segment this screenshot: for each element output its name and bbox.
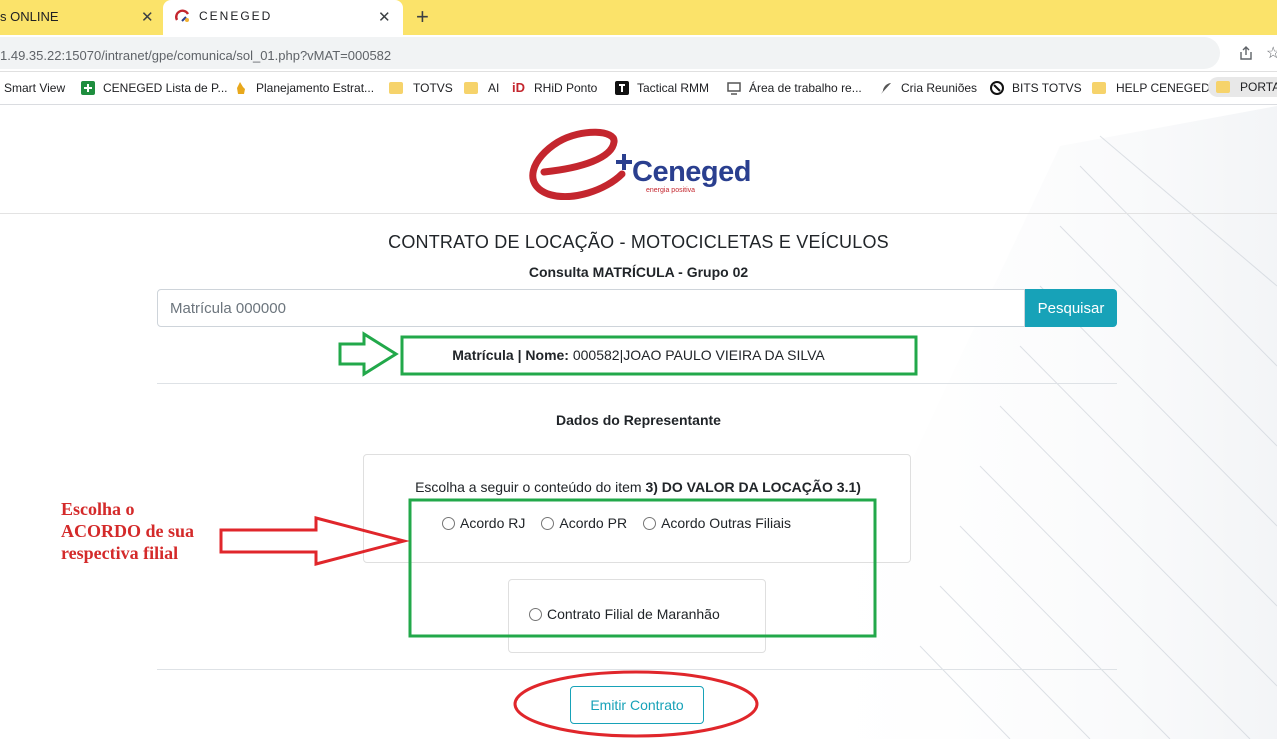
share-icon[interactable] (1238, 45, 1254, 61)
emitir-contrato-button[interactable]: Emitir Contrato (570, 686, 704, 724)
feather-icon (881, 83, 891, 94)
close-icon[interactable]: ✕ (141, 8, 154, 26)
bookmark-label: Smart View (4, 81, 66, 95)
page-content: Ceneged energia positiva CONTRATO DE LOC… (0, 106, 1277, 739)
choice-prompt-bold: 3) DO VALOR DA LOCAÇÃO 3.1) (645, 479, 861, 495)
radio-label: Acordo Outras Filiais (661, 515, 791, 531)
close-icon[interactable]: ✕ (378, 8, 391, 26)
new-tab-icon[interactable]: + (416, 4, 429, 30)
radio-acordo-outras[interactable]: Acordo Outras Filiais (643, 515, 791, 531)
matricula-info: Matrícula | Nome: 000582|JOAO PAULO VIEI… (0, 347, 1277, 363)
logo-tagline: energia positiva (646, 187, 696, 194)
bookmark-label: Cria Reuniões (901, 81, 978, 95)
bookmark-planejamento[interactable]: Planejamento Estrat... (234, 81, 374, 95)
tactical-icon (615, 81, 629, 95)
folder-icon (1216, 81, 1230, 93)
bookmark-label: Tactical RMM (637, 81, 710, 95)
bookmark-label: CENEGED Lista de P... (103, 81, 228, 95)
bookmark-rhid[interactable]: iD RHiD Ponto (512, 80, 598, 96)
choice-prompt: Escolha a seguir o conteúdo do item 3) D… (364, 479, 912, 495)
choice-prompt-text: Escolha a seguir o conteúdo do item (415, 479, 642, 495)
radio-input[interactable] (541, 516, 555, 530)
remote-desktop-icon (727, 82, 741, 95)
tab-ceneged[interactable]: CENEGED ✕ (163, 0, 403, 35)
ceneged-favicon-icon (175, 9, 190, 22)
header-logo-area: Ceneged energia positiva (0, 106, 1277, 214)
page-subtitle: Consulta MATRÍCULA - Grupo 02 (528, 264, 749, 280)
bookmark-smart-view[interactable]: Smart View (4, 81, 65, 95)
folder-icon (1092, 82, 1106, 94)
bookmark-tactical[interactable]: Tactical RMM (615, 81, 709, 95)
bookmark-label: RHiD Ponto (534, 81, 598, 95)
acordo-radio-group: Acordo RJ Acordo PR Acordo Outras Filiai… (442, 515, 807, 531)
page-title: CONTRATO DE LOCAÇÃO - MOTOCICLETAS E VEÍ… (388, 232, 889, 252)
bookmarks-bar: Smart View CENEGED Lista de P... Planeja… (0, 72, 1277, 105)
bookmark-label: Planejamento Estrat... (256, 81, 375, 95)
radio-contrato-maranhao[interactable]: Contrato Filial de Maranhão (529, 606, 720, 622)
rhid-icon: iD (512, 80, 525, 95)
divider (157, 669, 1117, 670)
bookmark-label: Área de trabalho re... (749, 81, 862, 95)
bookmark-label: PORTAL (1240, 80, 1277, 94)
radio-input[interactable] (442, 516, 455, 530)
bookmark-label: AI (488, 81, 500, 95)
tab-online[interactable]: s ONLINE ✕ (0, 0, 162, 35)
bookmark-area-trabalho[interactable]: Área de trabalho re... (727, 81, 862, 95)
matricula-label: Matrícula | Nome: (452, 347, 569, 363)
bookmark-label: TOTVS (413, 81, 453, 95)
radio-acordo-pr[interactable]: Acordo PR (541, 515, 627, 531)
bookmark-star-icon[interactable]: ☆ (1266, 43, 1277, 63)
hand-icon (237, 82, 245, 94)
url-text: 1.49.35.22:15070/intranet/gpe/comunica/s… (0, 48, 392, 63)
logo-wordmark: Ceneged (632, 156, 751, 188)
divider (157, 383, 1117, 384)
bookmark-totvs[interactable]: TOTVS (389, 81, 453, 95)
matricula-search-input[interactable] (157, 289, 1025, 327)
bookmark-bits-totvs[interactable]: BITS TOTVS (990, 81, 1082, 95)
bookmark-cria-reunioes[interactable]: Cria Reuniões (879, 81, 977, 95)
search-button[interactable]: Pesquisar (1025, 289, 1117, 327)
bookmark-label: BITS TOTVS (1012, 81, 1082, 95)
section-title: Dados do Representante (556, 412, 721, 428)
folder-icon (389, 82, 403, 94)
bits-icon (990, 81, 1004, 95)
matricula-value: 000582|JOAO PAULO VIEIRA DA SILVA (572, 347, 825, 363)
radio-input[interactable] (643, 516, 657, 530)
tab-strip: s ONLINE ✕ CENEGED ✕ + (0, 0, 1277, 35)
bookmark-ceneged-lista[interactable]: CENEGED Lista de P... (81, 81, 228, 95)
radio-label: Acordo PR (559, 515, 628, 531)
omnibox[interactable]: 1.49.35.22:15070/intranet/gpe/comunica/s… (0, 37, 1220, 69)
address-bar: 1.49.35.22:15070/intranet/gpe/comunica/s… (0, 35, 1277, 72)
sheets-icon (81, 81, 95, 95)
radio-label: Contrato Filial de Maranhão (547, 606, 720, 622)
radio-acordo-rj[interactable]: Acordo RJ (442, 515, 525, 531)
tab-title: CENEGED (199, 9, 273, 23)
radio-input[interactable] (529, 607, 542, 621)
bookmark-portal[interactable]: PORTAL (1208, 77, 1277, 97)
bookmark-label: HELP CENEGED (1116, 81, 1210, 95)
folder-icon (464, 82, 478, 94)
maranhao-card: Contrato Filial de Maranhão (508, 579, 766, 653)
radio-label: Acordo RJ (460, 515, 526, 531)
annotation-text: Escolha o ACORDO de sua respectiva filia… (61, 499, 195, 563)
bookmark-ai[interactable]: AI (464, 81, 499, 95)
bookmark-help-ceneged[interactable]: HELP CENEGED (1092, 81, 1210, 95)
acordo-card: Escolha a seguir o conteúdo do item 3) D… (363, 454, 911, 563)
tab-title: s ONLINE (0, 9, 59, 24)
